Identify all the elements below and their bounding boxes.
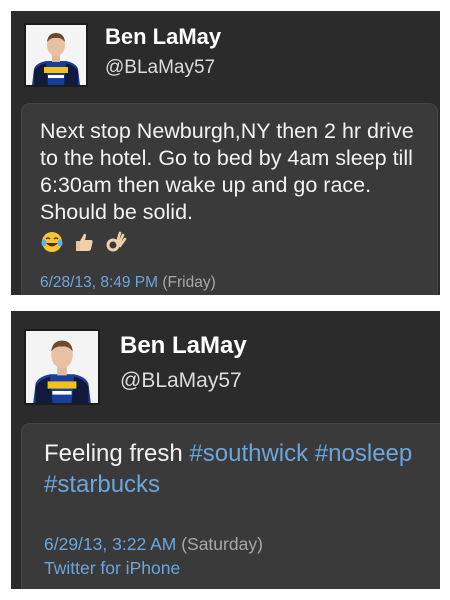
author-name[interactable]: Ben LaMay bbox=[120, 332, 247, 360]
tweet-bubble: Next stop Newburgh,NY then 2 hr drive to… bbox=[21, 103, 438, 295]
avatar-photo bbox=[26, 25, 86, 85]
tweet-card-2: Ben LaMay @BLaMay57 Feeling fresh #south… bbox=[11, 311, 440, 589]
tweet-day: (Friday) bbox=[162, 274, 216, 291]
tweet-card-1: Ben LaMay @BLaMay57 Next stop Newburgh,N… bbox=[11, 11, 440, 295]
hashtag-link[interactable]: #southwick bbox=[189, 440, 308, 467]
tweet-timestamp[interactable]: 6/29/13, 3:22 AM bbox=[44, 534, 176, 554]
tweet-timestamp[interactable]: 6/28/13, 8:49 PM bbox=[40, 274, 158, 291]
tweet-text: Feeling fresh #southwick #nosleep #starb… bbox=[44, 438, 429, 500]
hashtag-link[interactable]: #nosleep bbox=[315, 440, 412, 467]
emoji-row bbox=[40, 228, 130, 255]
tweet-meta: 6/28/13, 8:49 PM (Friday) bbox=[40, 274, 216, 292]
avatar[interactable] bbox=[24, 329, 100, 405]
tears-of-joy-emoji bbox=[41, 232, 63, 253]
hashtag-link[interactable]: #starbucks bbox=[44, 471, 160, 498]
tweet-day: (Saturday) bbox=[181, 534, 263, 554]
author-handle[interactable]: @BLaMay57 bbox=[105, 57, 215, 79]
tweet-meta: 6/29/13, 3:22 AM (Saturday) Twitter for … bbox=[44, 532, 263, 580]
author-name[interactable]: Ben LaMay bbox=[105, 24, 221, 50]
thumbs-up-emoji bbox=[75, 234, 93, 252]
author-handle[interactable]: @BLaMay57 bbox=[120, 369, 242, 393]
avatar-photo bbox=[26, 331, 98, 403]
avatar[interactable] bbox=[24, 23, 88, 87]
tweet-body: Feeling fresh bbox=[44, 440, 190, 467]
ok-hand-emoji bbox=[106, 232, 127, 252]
tweet-body: Next stop Newburgh,NY then 2 hr drive to… bbox=[40, 119, 414, 224]
tweet-bubble: Feeling fresh #southwick #nosleep #starb… bbox=[21, 423, 440, 589]
tweet-text: Next stop Newburgh,NY then 2 hr drive to… bbox=[40, 118, 425, 255]
tweet-source-link[interactable]: Twitter for iPhone bbox=[44, 556, 263, 580]
